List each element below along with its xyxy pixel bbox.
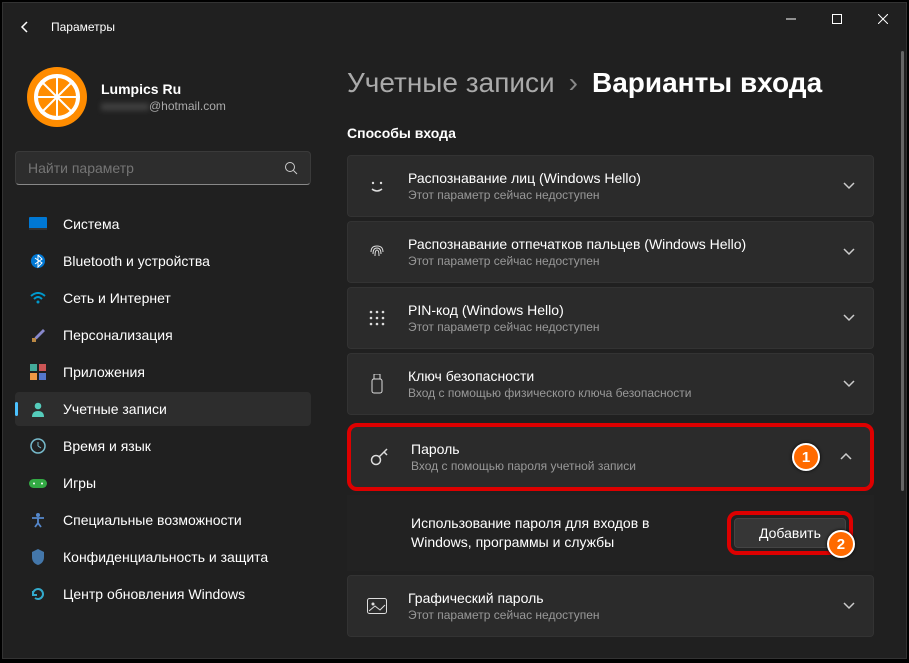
sidebar-item-label: Конфиденциальность и защита: [63, 549, 268, 565]
callout-1: 1: [792, 443, 820, 471]
search-input[interactable]: [28, 160, 284, 176]
option-pin[interactable]: PIN-код (Windows Hello) Этот параметр сей…: [347, 287, 874, 349]
back-button[interactable]: [15, 17, 35, 37]
chevron-right-icon: ›: [569, 67, 578, 99]
option-title: Распознавание лиц (Windows Hello): [408, 170, 823, 186]
apps-icon: [29, 364, 47, 380]
option-security-key[interactable]: Ключ безопасности Вход с помощью физическ…: [347, 353, 874, 415]
image-icon: [366, 595, 388, 617]
sidebar-item-update[interactable]: Центр обновления Windows: [15, 577, 311, 611]
breadcrumb: Учетные записи › Варианты входа: [347, 67, 874, 99]
sidebar-item-label: Система: [63, 216, 119, 232]
scrollbar[interactable]: [901, 51, 904, 656]
sidebar-item-label: Bluetooth и устройства: [63, 253, 210, 269]
person-icon: [29, 401, 47, 417]
shield-icon: [29, 549, 47, 565]
sidebar-item-time-language[interactable]: Время и язык: [15, 429, 311, 463]
close-button[interactable]: [860, 3, 906, 35]
chevron-down-icon: [843, 182, 855, 190]
option-password[interactable]: Пароль Вход с помощью пароля учетной запи…: [347, 423, 874, 491]
main-content: Учетные записи › Варианты входа Способы …: [323, 51, 906, 658]
keypad-icon: [366, 307, 388, 329]
chevron-down-icon: [843, 380, 855, 388]
option-face-recognition[interactable]: Распознавание лиц (Windows Hello) Этот па…: [347, 155, 874, 217]
add-button-highlight: Добавить 2: [727, 511, 853, 555]
paintbrush-icon: [29, 327, 47, 343]
sidebar-item-label: Сеть и Интернет: [63, 290, 171, 306]
option-title: Графический пароль: [408, 590, 823, 606]
chevron-down-icon: [843, 602, 855, 610]
search-box[interactable]: [15, 151, 311, 185]
minimize-button[interactable]: [768, 3, 814, 35]
breadcrumb-current: Варианты входа: [592, 67, 822, 99]
option-sub: Этот параметр сейчас недоступен: [408, 608, 823, 622]
sidebar-item-bluetooth[interactable]: Bluetooth и устройства: [15, 244, 311, 278]
sidebar-item-accessibility[interactable]: Специальные возможности: [15, 503, 311, 537]
option-picture-password[interactable]: Графический пароль Этот параметр сейчас н…: [347, 575, 874, 637]
window-title: Параметры: [51, 20, 115, 34]
avatar: [27, 67, 87, 127]
sidebar-item-network[interactable]: Сеть и Интернет: [15, 281, 311, 315]
sidebar-item-system[interactable]: Система: [15, 207, 311, 241]
breadcrumb-root[interactable]: Учетные записи: [347, 67, 555, 99]
option-title: PIN-код (Windows Hello): [408, 302, 823, 318]
sidebar-item-accounts[interactable]: Учетные записи: [15, 392, 311, 426]
display-icon: [29, 216, 47, 232]
bluetooth-icon: [29, 253, 47, 269]
sub-option-text: Использование пароля для входов в Window…: [411, 514, 711, 552]
sidebar-item-label: Персонализация: [63, 327, 173, 343]
callout-2: 2: [827, 530, 855, 558]
option-sub: Этот параметр сейчас недоступен: [408, 254, 823, 268]
chevron-up-icon: [840, 453, 852, 461]
option-sub: Этот параметр сейчас недоступен: [408, 188, 823, 202]
option-sub: Вход с помощью пароля учетной записи: [411, 459, 766, 473]
sidebar-item-gaming[interactable]: Игры: [15, 466, 311, 500]
sidebar: Lumpics Ru xxxxxxxx@hotmail.com Система …: [3, 51, 323, 658]
sidebar-item-label: Учетные записи: [63, 401, 167, 417]
maximize-button[interactable]: [814, 3, 860, 35]
sidebar-item-privacy[interactable]: Конфиденциальность и защита: [15, 540, 311, 574]
option-fingerprint[interactable]: Распознавание отпечатков пальцев (Window…: [347, 221, 874, 283]
accessibility-icon: [29, 512, 47, 528]
search-icon: [284, 161, 298, 175]
chevron-down-icon: [843, 248, 855, 256]
option-title: Ключ безопасности: [408, 368, 823, 384]
face-icon: [366, 175, 388, 197]
usb-key-icon: [366, 373, 388, 395]
section-title: Способы входа: [347, 125, 874, 141]
sidebar-item-label: Приложения: [63, 364, 145, 380]
option-sub: Этот параметр сейчас недоступен: [408, 320, 823, 334]
gamepad-icon: [29, 475, 47, 491]
user-section[interactable]: Lumpics Ru xxxxxxxx@hotmail.com: [15, 51, 311, 151]
option-title: Пароль: [411, 441, 766, 457]
sidebar-item-personalization[interactable]: Персонализация: [15, 318, 311, 352]
sidebar-item-label: Центр обновления Windows: [63, 586, 245, 602]
option-sub: Вход с помощью физического ключа безопас…: [408, 386, 823, 400]
key-icon: [369, 446, 391, 468]
user-name: Lumpics Ru: [101, 81, 226, 97]
clock-icon: [29, 438, 47, 454]
wifi-icon: [29, 290, 47, 306]
sidebar-item-label: Специальные возможности: [63, 512, 242, 528]
password-sub-option: Использование пароля для входов в Window…: [347, 495, 874, 571]
fingerprint-icon: [366, 241, 388, 263]
sidebar-item-apps[interactable]: Приложения: [15, 355, 311, 389]
sidebar-item-label: Игры: [63, 475, 96, 491]
chevron-down-icon: [843, 314, 855, 322]
update-icon: [29, 586, 47, 602]
sidebar-item-label: Время и язык: [63, 438, 151, 454]
user-email: xxxxxxxx@hotmail.com: [101, 99, 226, 113]
option-title: Распознавание отпечатков пальцев (Window…: [408, 236, 823, 252]
